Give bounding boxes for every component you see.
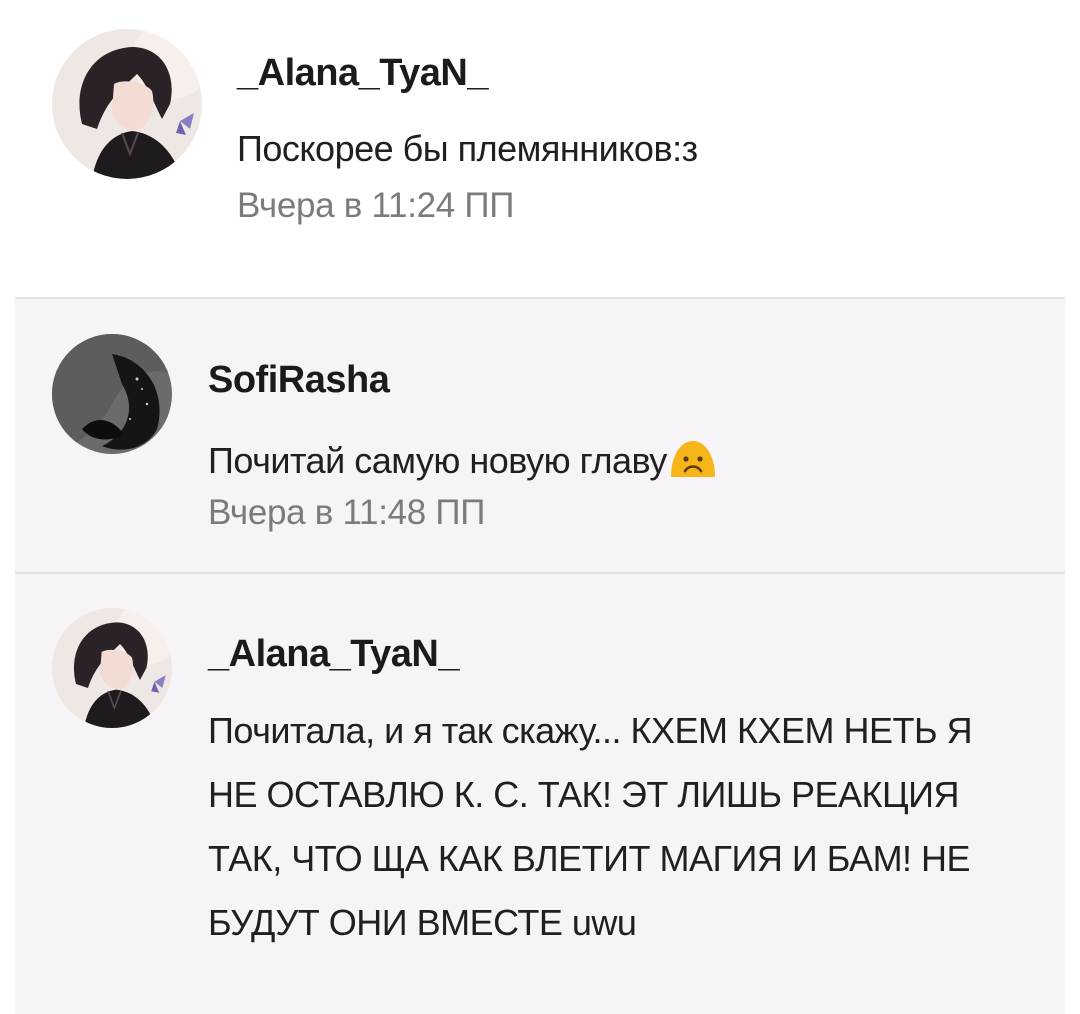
user-avatar[interactable]: [52, 29, 202, 179]
comment-text: Поскорее бы племянников:з: [237, 128, 698, 169]
reply-text: Почитай самую новую главу: [208, 433, 717, 482]
girl-avatar-icon: [52, 608, 172, 728]
sad-face-emoji: [669, 433, 717, 481]
reply-text: Почитала, и я так скажу... КХЕМ КХЕМ НЕТ…: [208, 710, 973, 943]
comment: _Alana_TyaN_ Поскорее бы племянников:з В…: [0, 0, 1080, 296]
divider: [15, 572, 1065, 574]
divider: [15, 297, 1065, 299]
username[interactable]: SofiRasha: [208, 359, 390, 402]
reply-timestamp: Вчера в 11:48 ПП: [208, 493, 486, 532]
comments-screen: _Alana_TyaN_ Поскорее бы племянников:з В…: [0, 0, 1080, 1014]
reply-text-content: Почитай самую новую главу: [208, 440, 667, 481]
comment-timestamp: Вчера в 11:24 ПП: [237, 186, 515, 225]
user-avatar[interactable]: [52, 334, 172, 454]
username[interactable]: _Alana_TyaN_: [237, 52, 488, 95]
user-avatar[interactable]: [52, 608, 172, 728]
girl-avatar-icon: [52, 29, 202, 179]
username[interactable]: _Alana_TyaN_: [208, 633, 459, 676]
dark-art-avatar-icon: [52, 334, 172, 454]
replies-thread: SofiRasha Почитай самую новую главу Вчер…: [15, 297, 1065, 1014]
